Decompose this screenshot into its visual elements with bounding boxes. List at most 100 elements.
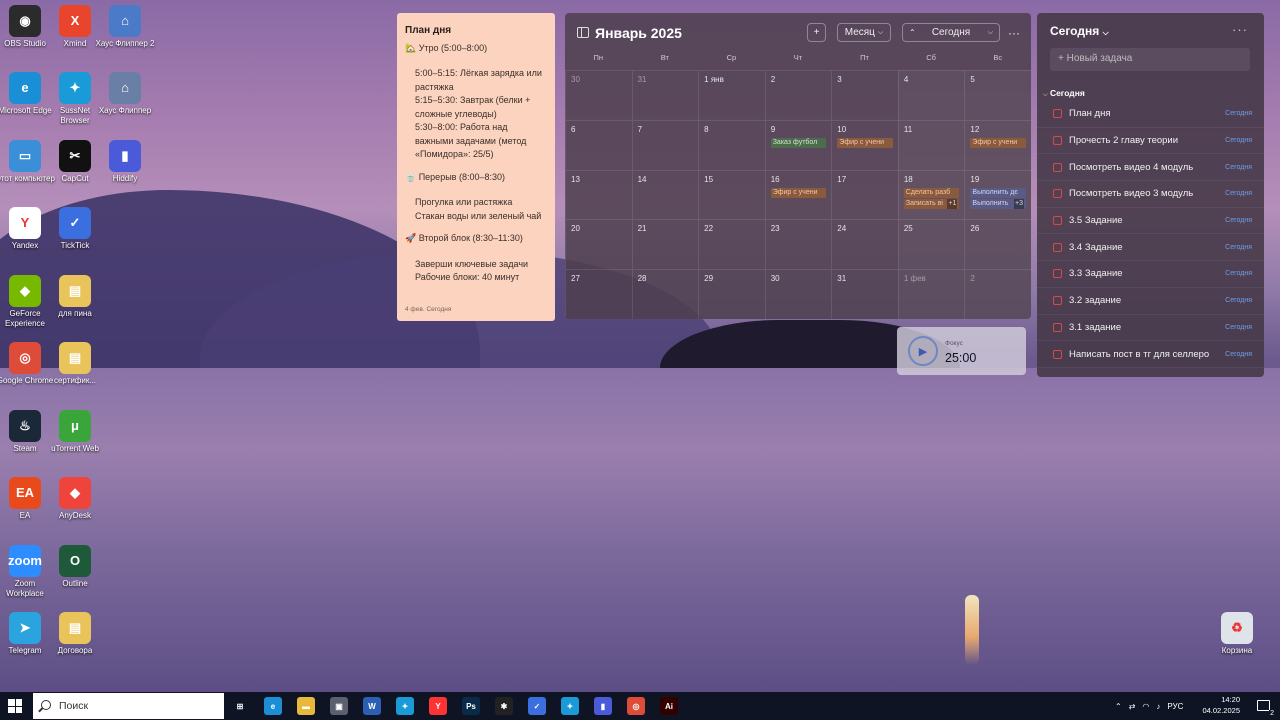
more-events-badge[interactable]: +1 — [947, 198, 958, 209]
sussnet-icon[interactable]: ✦ — [396, 697, 414, 715]
task-item[interactable]: 3.4 Задание Сегодня — [1037, 234, 1264, 262]
calendar-event[interactable]: Записать ві +1 — [903, 198, 960, 209]
task-checkbox[interactable] — [1053, 242, 1062, 252]
desktop-icon[interactable]: ▤ сертифик... — [45, 342, 105, 386]
calendar-event[interactable]: Заказ футбол — [770, 137, 827, 148]
chevron-up-icon[interactable]: ⌃ — [909, 28, 916, 37]
add-event-button[interactable]: + — [807, 23, 826, 42]
photoshop-icon[interactable]: Ps — [462, 697, 480, 715]
calendar-day-cell[interactable]: 21 — [631, 219, 699, 270]
view-select[interactable]: Месяц ⌵ — [837, 23, 891, 42]
chevron-up-icon[interactable]: ⌃ — [1115, 702, 1122, 711]
calendar-day-cell[interactable]: 16 Эфир с учени — [764, 169, 832, 220]
task-item[interactable]: План дня Сегодня — [1037, 101, 1264, 128]
more-events-badge[interactable]: +3 — [1014, 198, 1024, 209]
calendar-day-cell[interactable]: 1 фев — [897, 269, 965, 319]
task-checkbox[interactable] — [1053, 189, 1062, 199]
calendar-event[interactable]: Сделать разб — [903, 187, 960, 198]
desktop-icon[interactable]: ✓ TickTick — [45, 207, 105, 251]
calendar-event[interactable]: Выполнить +3 — [970, 198, 1026, 209]
sussnet2-icon[interactable]: ✦ — [561, 697, 579, 715]
task-checkbox[interactable] — [1053, 216, 1062, 226]
calendar-day-cell[interactable]: 4 — [897, 70, 965, 120]
calendar-day-cell[interactable]: 2 — [764, 70, 832, 120]
task-item[interactable]: Прочесть 2 главу теории Сегодня — [1037, 128, 1264, 155]
yandex-icon[interactable]: Y — [429, 697, 447, 715]
notification-icon[interactable]: 2 — [1257, 700, 1275, 717]
desktop-icon[interactable]: ◆ AnyDesk — [45, 477, 105, 521]
task-checkbox[interactable] — [1053, 349, 1062, 359]
desktop-icon[interactable]: ▤ для пина — [45, 275, 105, 319]
calendar-day-cell[interactable]: 5 — [964, 70, 1031, 120]
task-checkbox[interactable] — [1053, 296, 1062, 306]
calendar-day-cell[interactable]: 28 — [631, 269, 699, 319]
task-view-icon[interactable]: ⊞ — [231, 697, 249, 715]
calendar-day-cell[interactable]: 11 — [897, 119, 965, 170]
calendar-day-cell[interactable]: 26 — [964, 219, 1031, 270]
tasks-section[interactable]: ⌵ Сегодня — [1043, 88, 1085, 99]
calendar-day-cell[interactable]: 30 — [764, 269, 832, 319]
tasks-more-icon[interactable]: ··· — [1232, 22, 1248, 37]
today-nav[interactable]: ⌃ Сегодня ⌵ — [902, 23, 1000, 42]
calendar-day-cell[interactable]: 12 Эфир с учени — [964, 119, 1031, 170]
sticky-note-day-plan[interactable]: План дня 🏡 Утро (5:00–8:00) 5:00–5:15: Лё… — [397, 13, 555, 321]
calendar-more-icon[interactable]: ··· — [1005, 23, 1023, 42]
clock[interactable]: 14:20 04.02.2025 — [1202, 695, 1240, 716]
hiddify-icon[interactable]: ▮ — [594, 697, 612, 715]
desktop-icon[interactable]: O Outline — [45, 545, 105, 589]
calendar-day-cell[interactable]: 17 — [831, 169, 898, 220]
calendar-event[interactable]: Выполнить дє — [970, 187, 1026, 198]
task-checkbox[interactable] — [1053, 269, 1062, 279]
calendar-day-cell[interactable]: 9 Заказ футбол — [764, 119, 832, 170]
ticktick-icon[interactable]: ✓ — [528, 697, 546, 715]
task-item[interactable]: Посмотреть видео 4 модуль Сегодня — [1037, 154, 1264, 182]
calendar-day-cell[interactable]: 20 — [565, 219, 632, 270]
calendar-day-cell[interactable]: 8 — [698, 119, 765, 170]
calendar-day-cell[interactable]: 6 — [565, 119, 632, 170]
volume-icon[interactable]: ♪ — [1156, 702, 1160, 711]
desktop-icon[interactable]: ⌂ Хаус Флиппер 2 — [95, 5, 155, 49]
calendar-day-cell[interactable]: 2 — [964, 269, 1031, 319]
calendar-day-cell[interactable]: 19 Выполнить дє Выполнить +3 — [964, 169, 1031, 220]
calendar-day-cell[interactable]: 15 — [698, 169, 765, 220]
calendar-day-cell[interactable]: 23 — [764, 219, 832, 270]
calendar-day-cell[interactable]: 7 — [631, 119, 699, 170]
desktop-icon[interactable]: ⌂ Хаус Флиппер — [95, 72, 155, 116]
desktop-icon[interactable]: ▤ Договора — [45, 612, 105, 656]
explorer-icon[interactable]: ▬ — [297, 697, 315, 715]
calendar-day-cell[interactable]: 1 янв — [698, 70, 765, 120]
today-button[interactable]: Сегодня — [932, 27, 970, 38]
calendar-event[interactable]: Эфир с учени — [770, 187, 827, 198]
task-item[interactable]: Написать пост в тг для селлеро Сегодня — [1037, 341, 1264, 368]
word-icon[interactable]: W — [363, 697, 381, 715]
task-item[interactable]: 3.3 Задание Сегодня — [1037, 261, 1264, 288]
wifi-icon[interactable]: ◠ — [1142, 702, 1149, 711]
task-checkbox[interactable] — [1053, 136, 1062, 146]
calendar-event[interactable]: Эфир с учени — [837, 137, 893, 148]
desktop-icon[interactable]: ♻ Корзина — [1207, 612, 1267, 656]
new-task-input[interactable]: + Новый задача — [1050, 48, 1250, 71]
chrome-icon[interactable]: ◎ — [627, 697, 645, 715]
task-checkbox[interactable] — [1053, 162, 1062, 172]
tasks-header[interactable]: Сегодня ⌵ — [1050, 24, 1109, 38]
desktop-icon[interactable]: ▮ Hiddify — [95, 140, 155, 184]
windows-start-icon[interactable] — [8, 699, 22, 713]
desktop-icon[interactable]: μ uTorrent Web — [45, 410, 105, 454]
edge-icon[interactable]: e — [264, 697, 282, 715]
sidebar-toggle-icon[interactable] — [577, 27, 589, 38]
network-icon[interactable]: ⇄ — [1129, 702, 1136, 711]
task-item[interactable]: 3.5 Задание Сегодня — [1037, 208, 1264, 235]
task-item[interactable]: 3.1 задание Сегодня — [1037, 315, 1264, 342]
calendar-day-cell[interactable]: 27 — [565, 269, 632, 319]
calendar-event[interactable]: Эфир с учени — [970, 137, 1026, 148]
calendar-day-cell[interactable]: 29 — [698, 269, 765, 319]
calendar-day-cell[interactable]: 25 — [897, 219, 965, 270]
calendar-day-cell[interactable]: 30 — [565, 70, 632, 120]
task-item[interactable]: 3.2 задание Сегодня — [1037, 288, 1264, 315]
calendar-day-cell[interactable]: 13 — [565, 169, 632, 220]
task-checkbox[interactable] — [1053, 109, 1062, 119]
task-checkbox[interactable] — [1053, 322, 1062, 332]
task-item[interactable]: Посмотреть видео 3 модуль Сегодня — [1037, 181, 1264, 208]
calendar-day-cell[interactable]: 31 — [831, 269, 898, 319]
illustrator-icon[interactable]: Ai — [660, 697, 678, 715]
